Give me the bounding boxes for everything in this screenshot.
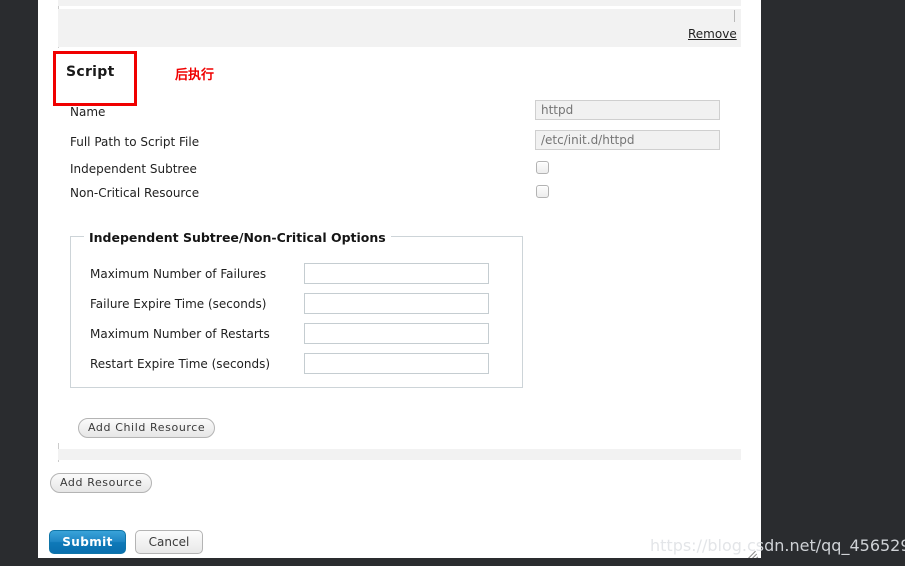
watermark-right: https://blog.csdn.net/qq_45652989 [761,536,905,558]
field-label-max-failures: Maximum Number of Failures [90,267,267,281]
previous-resource-panel [58,9,741,47]
field-label-non-critical-resource: Non-Critical Resource [70,186,200,200]
independent-subtree-checkbox[interactable] [536,161,549,174]
panel-divider-tick [734,10,735,22]
name-input[interactable] [535,100,720,120]
remove-resource-link[interactable]: Remove [688,27,737,41]
field-label-failure-expire-time: Failure Expire Time (seconds) [90,297,267,311]
field-label-independent-subtree: Independent Subtree [70,162,197,176]
field-label-max-restarts: Maximum Number of Restarts [90,327,270,341]
field-label-restart-expire-time: Restart Expire Time (seconds) [90,357,271,371]
field-label-full-path: Full Path to Script File [70,135,200,149]
watermark-text-right: https://blog.csdn.net/qq_45652989 [761,536,905,555]
restart-expire-time-input[interactable] [304,353,489,374]
add-child-resource-button[interactable]: Add Child Resource [78,418,216,438]
field-label-name: Name [70,105,106,119]
submit-button[interactable]: Submit [49,530,126,554]
resource-type-title: Script [66,64,115,80]
previous-resource-panel-edge [58,0,741,6]
resource-block-footer-strip [58,449,741,460]
annotation-label: 后执行 [175,68,215,83]
cancel-button[interactable]: Cancel [135,530,203,554]
max-restarts-input[interactable] [304,323,489,344]
browser-chrome-left [0,0,38,566]
browser-page: Remove Script 后执行 Name Full Path to Scri… [0,0,905,566]
failure-expire-time-input[interactable] [304,293,489,314]
full-path-input[interactable] [535,130,720,150]
max-failures-input[interactable] [304,263,489,284]
non-critical-resource-checkbox[interactable] [536,185,549,198]
browser-chrome-right [761,0,905,566]
add-resource-button[interactable]: Add Resource [50,473,153,493]
browser-chrome-bottom [38,558,761,566]
fieldset-legend: Independent Subtree/Non-Critical Options [84,230,391,245]
